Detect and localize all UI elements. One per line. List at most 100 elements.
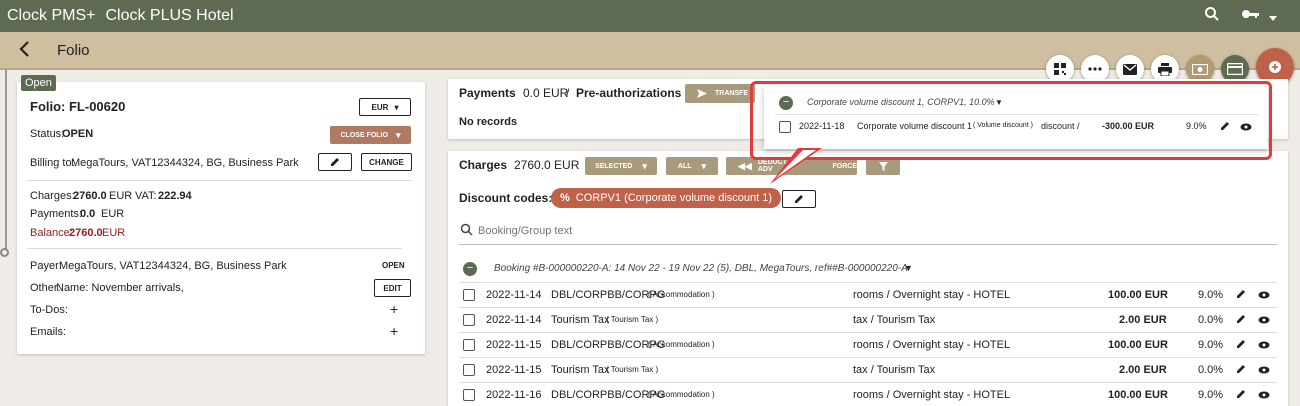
eye-icon[interactable] [1258, 365, 1270, 377]
payments-title: Payments [459, 86, 516, 100]
pencil-icon[interactable] [1236, 364, 1246, 377]
charges-value: 2760.0 [73, 190, 107, 202]
discount-codes-label: Discount codes: [459, 191, 553, 205]
hotel-name[interactable]: Clock PLUS Hotel [105, 7, 233, 25]
close-folio-button[interactable]: CLOSE FOLIO ▾ [330, 126, 411, 144]
row-category: rooms / Overnight stay - HOTEL [853, 389, 1011, 401]
status-value: OPEN [62, 128, 94, 140]
charges-label: Charges: [30, 190, 75, 202]
transfer-button[interactable]: TRANSFE [685, 84, 755, 103]
payments-empty: No records [459, 116, 518, 128]
row-date: 2022-11-15 [486, 339, 542, 351]
back-arrow-icon[interactable] [18, 40, 32, 64]
eye-icon[interactable] [1258, 290, 1270, 302]
row-name: Tourism Tax [551, 364, 610, 376]
payments-currency: EUR [101, 208, 125, 220]
chevron-down-icon: ▾ [395, 129, 401, 140]
row-vat: 9.0% [1198, 339, 1224, 351]
charges-amount: 2760.0 EUR [514, 158, 580, 172]
status-badge: Open [21, 75, 56, 91]
row-type: ( Tourism Tax ) [606, 365, 659, 374]
rewind-icon: ◀◀ [738, 160, 752, 171]
row-divider [459, 282, 1277, 283]
chevron-down-icon: ▾ [701, 160, 707, 171]
pencil-icon[interactable] [1236, 314, 1246, 327]
row-vat: 9.0% [1198, 289, 1224, 301]
divider [27, 248, 402, 249]
row-amount: 100.00 EUR [1108, 389, 1168, 401]
pencil-icon[interactable] [1236, 389, 1246, 402]
search-icon [460, 223, 473, 239]
row-checkbox[interactable] [463, 289, 475, 301]
search-icon[interactable] [1204, 6, 1220, 26]
row-date: 2022-11-14 [486, 289, 542, 301]
booking-search-input[interactable] [478, 222, 1273, 240]
edit-discount-button[interactable] [782, 190, 816, 208]
row-type: ( Accommodation ) [648, 390, 715, 399]
add-todo-icon[interactable]: + [390, 301, 398, 317]
vat-value: 222.94 [158, 190, 192, 202]
brand-name[interactable]: Clock PMS+ [7, 7, 95, 25]
top-bar: Clock PMS+ Clock PLUS Hotel [0, 0, 1300, 32]
payments-label: Payments: [30, 208, 82, 220]
selected-dropdown[interactable]: SELECTED ▾ [585, 157, 657, 175]
chevron-down-icon: ▾ [394, 102, 399, 112]
billing-label: Billing to: [30, 157, 75, 169]
row-divider [459, 357, 1277, 358]
row-amount: 100.00 EUR [1108, 289, 1168, 301]
pencil-icon [795, 195, 803, 203]
charges-title: Charges [459, 158, 508, 172]
balance-currency: EUR [102, 227, 126, 239]
filter-icon [878, 161, 888, 171]
filter-icon[interactable]: ▼ [904, 263, 913, 273]
row-divider [459, 307, 1277, 308]
eye-icon[interactable] [1258, 340, 1270, 352]
row-checkbox[interactable] [463, 314, 475, 326]
payments-amount: 0.0 EUR [523, 86, 569, 100]
open-payer-link[interactable]: OPEN [382, 261, 405, 270]
row-checkbox[interactable] [463, 389, 475, 401]
currency-value: EUR [371, 102, 389, 112]
change-billing-button[interactable]: CHANGE [361, 153, 412, 171]
billing-value: MegaTours, VAT12344324, BG, Business Par… [71, 157, 299, 169]
chevron-down-icon[interactable] [1268, 9, 1278, 26]
row-category: tax / Tourism Tax [853, 314, 936, 326]
selected-label: SELECTED [595, 162, 633, 170]
collapse-group-icon[interactable]: − [463, 262, 477, 276]
row-name: Tourism Tax [551, 314, 610, 326]
side-rail-handle[interactable] [0, 248, 9, 257]
row-checkbox[interactable] [463, 364, 475, 376]
row-checkbox[interactable] [463, 339, 475, 351]
eye-icon[interactable] [1258, 390, 1270, 402]
all-label: ALL [677, 162, 692, 170]
row-divider [459, 332, 1277, 333]
send-icon [697, 89, 707, 98]
currency-select[interactable]: EUR ▾ [359, 98, 411, 116]
key-icon[interactable] [1241, 6, 1261, 26]
highlight-arrow [770, 148, 822, 184]
add-email-icon[interactable]: + [390, 323, 398, 339]
payer-label: Payer: [30, 260, 62, 272]
pencil-icon[interactable] [1236, 339, 1246, 352]
eye-icon[interactable] [1258, 315, 1270, 327]
search-underline [459, 244, 1277, 245]
row-vat: 9.0% [1198, 389, 1224, 401]
row-date: 2022-11-16 [486, 389, 542, 401]
side-rail [5, 70, 7, 250]
row-amount: 100.00 EUR [1108, 339, 1168, 351]
pencil-icon[interactable] [1236, 289, 1246, 302]
group-header: Booking #B-000000220-A: 14 Nov 22 - 19 N… [494, 263, 908, 274]
emails-label: Emails: [30, 326, 67, 338]
vat-label: VAT: [135, 190, 157, 202]
edit-billing-button[interactable] [318, 153, 352, 171]
discount-chip[interactable]: % CORPV1 (Corporate volume discount 1) [551, 188, 782, 208]
pencil-icon [331, 158, 339, 166]
force-label: FORCE [832, 162, 858, 170]
all-dropdown[interactable]: ALL ▾ [666, 157, 718, 175]
balance-label: Balance: [30, 227, 73, 239]
edit-button[interactable]: EDIT [374, 279, 411, 297]
row-date: 2022-11-14 [486, 314, 542, 326]
close-folio-label: CLOSE FOLIO [340, 131, 388, 139]
percent-icon: % [560, 192, 570, 204]
chevron-down-icon: ▾ [642, 160, 647, 171]
